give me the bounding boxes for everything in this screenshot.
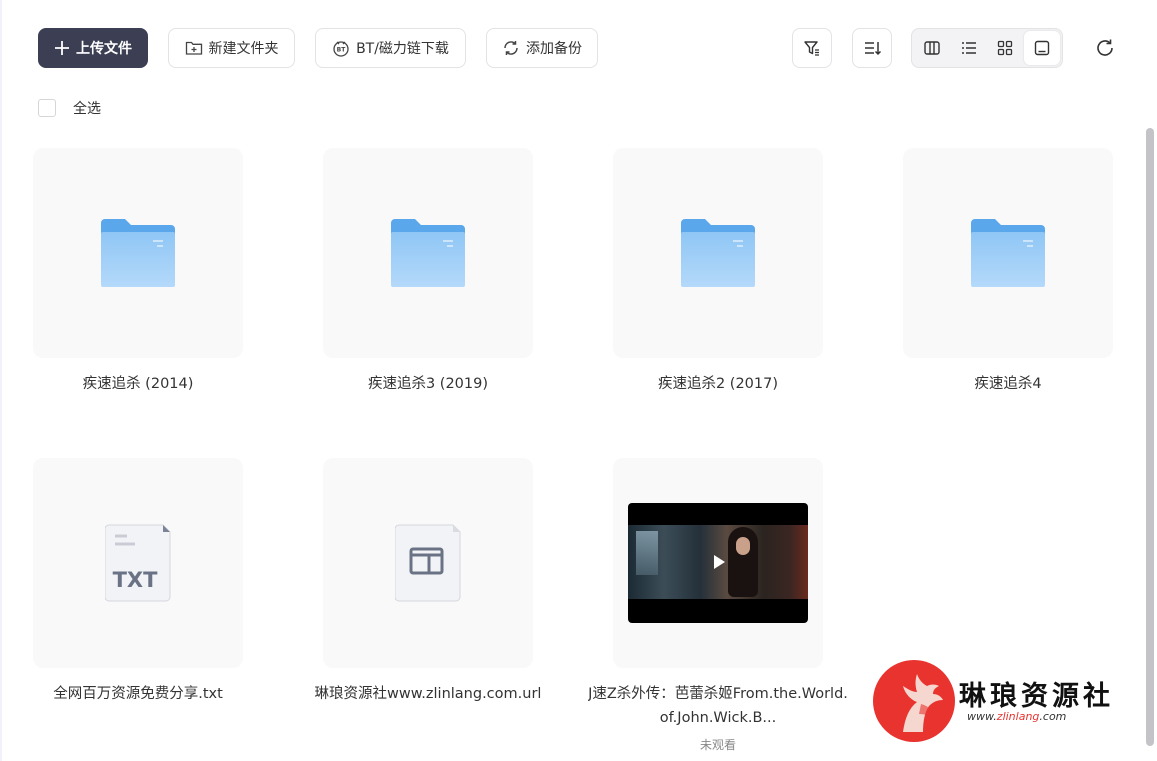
refresh-button[interactable] — [1093, 36, 1117, 60]
view-list-button[interactable] — [951, 31, 988, 65]
file-thumbnail[interactable]: TXT — [33, 458, 243, 668]
file-name: 疾速追杀3 (2019) — [367, 376, 489, 392]
file-thumbnail[interactable] — [903, 148, 1113, 358]
upload-button[interactable]: 上传文件 — [38, 28, 148, 68]
thumbnail-icon — [1034, 40, 1049, 56]
txt-file-icon: TXT — [105, 524, 171, 602]
file-thumbnail[interactable] — [33, 148, 243, 358]
video-scene-face — [736, 537, 750, 555]
file-name: 疾速追杀4 — [974, 376, 1042, 392]
bt-download-button[interactable]: BT BT/磁力链下载 — [315, 28, 466, 68]
folder-icon — [391, 219, 465, 287]
watch-status: 未观看 — [699, 738, 736, 752]
file-name: 疾速追杀 (2014) — [82, 376, 194, 392]
file-thumbnail[interactable] — [323, 458, 533, 668]
watermark-url: www.zlinlang.com — [967, 710, 1066, 723]
file-thumbnail[interactable] — [613, 148, 823, 358]
file-name: 琳琅资源社www.zlinlang.com.url — [314, 686, 542, 702]
view-columns-button[interactable] — [914, 31, 951, 65]
file-name: 疾速追杀2 (2017) — [657, 376, 779, 392]
video-thumbnail[interactable] — [628, 503, 808, 623]
play-icon[interactable] — [714, 555, 725, 569]
watermark-title: 琳琅资源社 — [959, 681, 1114, 712]
plus-icon — [55, 41, 69, 55]
file-card[interactable]: TXT 全网百万资源免费分享.txt — [33, 458, 243, 706]
select-all-label: 全选 — [73, 101, 101, 117]
add-backup-button[interactable]: 添加备份 — [486, 28, 598, 68]
grid-icon — [998, 40, 1013, 56]
video-scene-window — [636, 531, 658, 575]
folder-icon — [971, 219, 1045, 287]
view-mode-group — [911, 28, 1063, 68]
upload-label: 上传文件 — [76, 41, 132, 57]
folder-add-icon — [185, 41, 202, 55]
select-all-checkbox[interactable] — [38, 99, 56, 117]
new-folder-button[interactable]: 新建文件夹 — [168, 28, 295, 68]
left-edge — [0, 0, 2, 761]
file-card[interactable]: 疾速追杀2 (2017) — [613, 148, 823, 396]
txt-icon-label: TXT — [113, 568, 159, 592]
file-name: 全网百万资源免费分享.txt — [53, 686, 223, 702]
svg-text:BT: BT — [337, 47, 347, 54]
columns-icon — [924, 41, 940, 55]
file-card[interactable]: 琳琅资源社www.zlinlang.com.url — [315, 458, 541, 706]
sync-icon — [504, 41, 518, 55]
watermark-url-prefix: www. — [967, 710, 997, 723]
watermark-url-brand: zlinlang — [996, 710, 1040, 723]
filter-icon — [804, 41, 819, 56]
folder-icon — [681, 219, 755, 287]
deer-logo-icon — [873, 660, 955, 742]
file-card[interactable]: 疾速追杀3 (2019) — [323, 148, 533, 396]
add-backup-label: 添加备份 — [526, 41, 582, 57]
filter-button[interactable] — [792, 28, 832, 68]
select-all[interactable]: 全选 — [38, 98, 101, 118]
watermark-logo: 琳琅资源社 www.zlinlang.com — [871, 658, 1141, 744]
scrollbar[interactable] — [1146, 128, 1154, 746]
file-name: J速Z杀外传：芭蕾杀姬From.the.World.of.John.Wick.B… — [588, 686, 848, 726]
url-file-icon — [395, 524, 461, 602]
sort-icon — [865, 42, 882, 56]
view-grid-button[interactable] — [987, 31, 1024, 65]
refresh-icon — [1097, 39, 1113, 56]
bt-magnet-icon: BT — [333, 41, 349, 57]
view-large-thumbnail-button[interactable] — [1023, 31, 1060, 65]
file-card[interactable]: 疾速追杀4 — [903, 148, 1113, 396]
new-folder-label: 新建文件夹 — [208, 41, 279, 57]
folder-icon — [101, 219, 175, 287]
sort-button[interactable] — [852, 28, 892, 68]
toolbar: 上传文件 新建文件夹 BT BT/磁力链下载 添加备份 — [38, 28, 1157, 68]
bt-download-label: BT/磁力链下载 — [356, 41, 449, 57]
file-card[interactable]: J速Z杀外传：芭蕾杀姬From.the.World.of.John.Wick.B… — [588, 458, 848, 753]
list-icon — [961, 42, 976, 54]
watermark-url-suffix: .com — [1039, 710, 1067, 723]
file-thumbnail[interactable] — [323, 148, 533, 358]
file-thumbnail[interactable] — [613, 458, 823, 668]
file-card[interactable]: 疾速追杀 (2014) — [33, 148, 243, 396]
